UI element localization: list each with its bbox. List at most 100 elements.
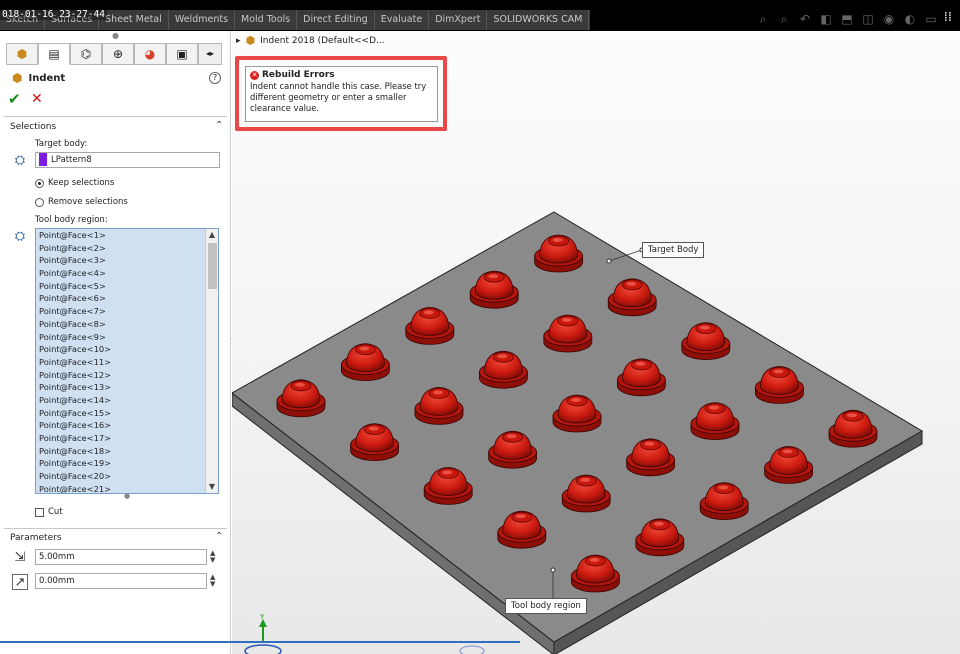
list-item[interactable]: Point@Face<1> (36, 229, 206, 242)
thickness-spinner[interactable]: ▲ ▼ (210, 550, 215, 564)
target-body-callout: Target Body (642, 242, 705, 258)
list-item[interactable]: Point@Face<9> (36, 331, 206, 344)
clearance-input[interactable]: 0.00mm (35, 573, 207, 589)
rebuild-error-tooltip: ✕ Rebuild Errors Indent cannot handle th… (245, 66, 438, 122)
cam-manager-icon[interactable]: ▣ (166, 43, 198, 65)
scroll-down-icon[interactable]: ▼ (206, 481, 218, 493)
tool-body-region-icon: ⛭ (14, 229, 26, 244)
tool-body-region-label: Tool body region: (35, 215, 108, 225)
checkbox-indicator (35, 507, 44, 517)
zoom-area-icon[interactable]: ⌕ (777, 12, 791, 26)
list-item[interactable]: Point@Face<3> (36, 254, 206, 267)
command-tab-solidworks-cam[interactable]: SOLIDWORKS CAM (487, 10, 590, 30)
error-icon: ✕ (250, 70, 259, 80)
target-body-label: Target body: (35, 139, 88, 149)
display-style-icon[interactable]: ◫ (861, 12, 875, 26)
target-body-anchor (606, 258, 612, 264)
list-item[interactable]: Point@Face<2> (36, 242, 206, 255)
command-manager-bar: Sketch Surfaces Sheet Metal Weldments Mold T… (0, 0, 960, 31)
list-item[interactable]: Point@Face<4> (36, 267, 206, 280)
indent-feature-icon: ⬢ (12, 71, 23, 85)
radio-indicator (35, 178, 44, 188)
list-item[interactable]: Point@Face<21> (36, 483, 206, 493)
command-tab-weldments[interactable]: Weldments (169, 10, 236, 30)
list-item[interactable]: Point@Face<5> (36, 280, 206, 293)
view-orientation-icon[interactable]: ⬒ (840, 12, 854, 26)
thickness-input[interactable]: 5.00mm (35, 549, 207, 565)
list-item[interactable]: Point@Face<10> (36, 343, 206, 356)
thickness-icon: ⇲ (14, 550, 26, 565)
target-body-icon: ⛭ (14, 153, 26, 168)
feature-manager-icon[interactable]: ⬢ (6, 43, 38, 65)
keep-selections-label: Keep selections (48, 178, 115, 188)
display-settings-icon[interactable]: ▭ (924, 12, 938, 26)
reference-ring (459, 645, 485, 654)
configuration-manager-icon[interactable]: ⌬ (70, 43, 102, 65)
list-item[interactable]: Point@Face<11> (36, 356, 206, 369)
triad-y-label: Y (259, 613, 265, 621)
list-item[interactable]: Point@Face<14> (36, 394, 206, 407)
help-icon[interactable]: ? (209, 72, 221, 84)
divider (4, 116, 227, 117)
dimxpert-icon[interactable]: ⊕ (102, 43, 134, 65)
target-color-chip (39, 153, 47, 166)
error-message: Indent cannot handle this case. Please t… (250, 81, 427, 113)
previous-view-icon[interactable]: ↶ (798, 12, 812, 26)
tool-body-anchor (550, 567, 556, 573)
remove-selections-radio[interactable]: Remove selections (35, 197, 128, 207)
tool-body-region-list[interactable]: Point@Face<1> Point@Face<2> Point@Face<3> P… (35, 228, 219, 494)
panel-drag-handle[interactable]: ● (0, 31, 231, 41)
command-tab-sheet-metal[interactable]: Sheet Metal (99, 10, 169, 30)
command-tab-mold-tools[interactable]: Mold Tools (235, 10, 298, 30)
remove-selections-label: Remove selections (48, 197, 128, 207)
list-scrollbar[interactable]: ▲ ▼ (205, 229, 218, 493)
property-manager-icon[interactable]: ▤ (38, 43, 70, 65)
list-item[interactable]: Point@Face<6> (36, 292, 206, 305)
command-tab-direct-editing[interactable]: Direct Editing (297, 10, 375, 30)
cancel-button[interactable]: ✕ (31, 91, 45, 107)
manager-tabs: ⬢ ▤ ⌬ ⊕ ◕ ▣ ◂▸ (6, 43, 222, 65)
selections-group-title[interactable]: Selections (10, 122, 56, 132)
triad-ring (244, 644, 282, 654)
list-item[interactable]: Point@Face<17> (36, 432, 206, 445)
list-item[interactable]: Point@Face<13> (36, 381, 206, 394)
list-item[interactable]: Point@Face<16> (36, 419, 206, 432)
feature-title: ⬢ Indent (12, 71, 65, 85)
cut-checkbox[interactable]: Cut (35, 507, 63, 517)
cut-label: Cut (48, 507, 63, 517)
heads-up-view-toolbar: ⌕ ⌕ ↶ ◧ ⬒ ◫ ◉ ◐ ▭ (756, 12, 938, 26)
property-manager-panel: ● ⬢ ▤ ⌬ ⊕ ◕ ▣ ◂▸ ⬢ Indent ? ✔ ✕ Selectio… (0, 31, 231, 654)
target-body-value: LPattern8 (51, 155, 92, 165)
search-icon[interactable]: ⌕ (756, 12, 770, 26)
section-view-icon[interactable]: ◧ (819, 12, 833, 26)
tab-scroll-arrows[interactable]: ◂▸ (198, 43, 222, 65)
list-item[interactable]: Point@Face<7> (36, 305, 206, 318)
window-options-icon[interactable]: ⁞⁞ (944, 10, 952, 25)
list-item[interactable]: Point@Face<12> (36, 369, 206, 382)
collapse-selections-icon[interactable]: ⌃ (215, 120, 223, 131)
list-resize-handle[interactable]: ● (124, 492, 130, 500)
scroll-up-icon[interactable]: ▲ (206, 229, 218, 241)
command-tab-evaluate[interactable]: Evaluate (375, 10, 430, 30)
command-tab-dimxpert[interactable]: DimXpert (429, 10, 488, 30)
list-item[interactable]: Point@Face<20> (36, 470, 206, 483)
appearance-icon[interactable]: ◐ (903, 12, 917, 26)
scroll-thumb[interactable] (208, 243, 217, 289)
list-item[interactable]: Point@Face<18> (36, 445, 206, 458)
list-item[interactable]: Point@Face<8> (36, 318, 206, 331)
tool-body-callout: Tool body region (505, 598, 587, 614)
target-body-field[interactable]: LPattern8 (35, 152, 220, 168)
clearance-icon: ↗ (12, 574, 28, 590)
divider (4, 528, 227, 529)
display-manager-icon[interactable]: ◕ (134, 43, 166, 65)
list-item[interactable]: Point@Face<15> (36, 407, 206, 420)
ok-button[interactable]: ✔ (8, 91, 24, 107)
parameters-group-title[interactable]: Parameters (10, 533, 62, 543)
error-title: ✕ Rebuild Errors (250, 70, 433, 80)
list-item[interactable]: Point@Face<19> (36, 457, 206, 470)
clearance-spinner[interactable]: ▲ ▼ (210, 574, 215, 588)
collapse-parameters-icon[interactable]: ⌃ (215, 531, 223, 542)
hide-show-icon[interactable]: ◉ (882, 12, 896, 26)
keep-selections-radio[interactable]: Keep selections (35, 178, 114, 188)
radio-indicator (35, 197, 44, 207)
